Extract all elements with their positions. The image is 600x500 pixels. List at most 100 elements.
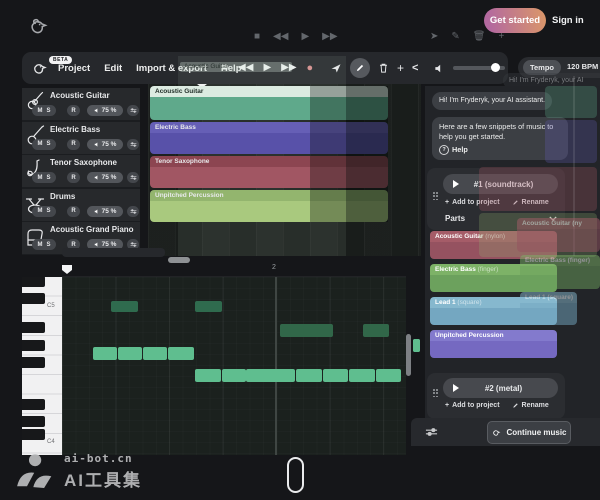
snippet-2-play-pill[interactable]: #2 (metal) xyxy=(443,378,558,398)
trash-icon: 🗑 xyxy=(473,31,486,43)
black-key[interactable] xyxy=(22,416,45,427)
delete-tool-icon[interactable] xyxy=(378,62,389,74)
parts-section-header[interactable]: Parts xyxy=(445,214,557,223)
midi-note[interactable] xyxy=(195,301,222,312)
part-unpitched-percussion[interactable]: Unpitched Percussion xyxy=(430,330,557,358)
part-electric-bass[interactable]: Electric Bass (finger) xyxy=(430,264,557,292)
track-row-electric-bass[interactable]: Electric Bass MS R 75 % xyxy=(22,122,140,154)
volume-icon[interactable] xyxy=(434,63,445,74)
midi-note[interactable] xyxy=(413,339,420,352)
midi-note[interactable] xyxy=(323,369,348,382)
speaker-icon xyxy=(94,141,100,148)
vertical-scrollbar-thumb[interactable] xyxy=(406,334,411,376)
midi-note[interactable] xyxy=(93,347,117,360)
midi-note[interactable] xyxy=(296,369,322,382)
black-key[interactable] xyxy=(22,340,45,351)
add-tool-icon[interactable]: + xyxy=(397,61,404,75)
site-logo-bird-icon[interactable] xyxy=(26,13,52,39)
drag-handle-icon[interactable] xyxy=(433,389,440,397)
snippet-1-play-pill[interactable]: #1 (soundtrack) xyxy=(443,174,558,194)
flip-tool-icon[interactable]: < xyxy=(412,62,418,74)
midi-note[interactable] xyxy=(222,369,246,382)
track-settings-button[interactable] xyxy=(127,139,139,150)
help-link[interactable]: Help xyxy=(452,145,468,155)
track-volume[interactable]: 75 % xyxy=(87,206,123,217)
volume-slider-thumb[interactable] xyxy=(491,63,500,72)
horizontal-scrollbar[interactable] xyxy=(62,248,165,257)
mute-button[interactable]: M xyxy=(37,175,42,181)
rename-button[interactable]: Rename xyxy=(512,199,549,206)
mute-button[interactable]: M xyxy=(37,242,42,248)
add-to-project-button[interactable]: +Add to project xyxy=(445,402,500,409)
app-logo-bird-icon[interactable] xyxy=(30,58,50,78)
piano-roll-ruler[interactable]: 2 xyxy=(62,263,406,277)
midi-note[interactable] xyxy=(376,369,401,382)
rename-button[interactable]: Rename xyxy=(512,402,549,409)
midi-note[interactable] xyxy=(143,347,167,360)
midi-note[interactable] xyxy=(246,369,295,382)
pencil-icon xyxy=(355,63,365,73)
midi-note[interactable] xyxy=(118,347,142,360)
midi-note[interactable] xyxy=(168,347,194,360)
arm-button[interactable]: R xyxy=(67,105,80,116)
record-button[interactable]: ● xyxy=(307,63,314,73)
track-name: Acoustic Guitar xyxy=(50,91,110,100)
solo-button[interactable]: S xyxy=(46,108,50,114)
part-acoustic-guitar[interactable]: Acoustic Guitar (nylon) xyxy=(430,231,557,259)
black-key[interactable] xyxy=(22,357,45,368)
solo-button[interactable]: S xyxy=(46,175,50,181)
black-key[interactable] xyxy=(22,322,45,333)
mixer-settings-icon[interactable] xyxy=(425,426,438,438)
watermark-site: ai-bot.cn xyxy=(64,452,142,465)
track-row-acoustic-guitar[interactable]: Acoustic Guitar MS R 75 % xyxy=(22,88,140,120)
solo-button[interactable]: S xyxy=(46,242,50,248)
track-volume[interactable]: 75 % xyxy=(87,172,123,183)
sliders-icon xyxy=(130,141,137,148)
info-icon: ? xyxy=(439,145,449,155)
black-key[interactable] xyxy=(22,399,45,410)
sign-in-button[interactable]: Sign in xyxy=(552,15,584,26)
black-key[interactable] xyxy=(22,277,45,287)
get-started-button[interactable]: Get started xyxy=(484,8,546,33)
midi-note[interactable] xyxy=(363,324,389,337)
arm-button[interactable]: R xyxy=(67,139,80,150)
mute-button[interactable]: M xyxy=(37,108,42,114)
volume-slider[interactable] xyxy=(453,66,505,70)
key-label-c4: C4 xyxy=(47,439,55,445)
key-label-c5: C5 xyxy=(47,303,55,309)
track-settings-button[interactable] xyxy=(127,105,139,116)
midi-note[interactable] xyxy=(280,324,333,337)
mute-button[interactable]: M xyxy=(37,141,42,147)
menu-edit[interactable]: Edit xyxy=(104,63,122,74)
menu-project[interactable]: Project xyxy=(58,63,90,74)
capsule-outline xyxy=(287,457,304,493)
solo-button[interactable]: S xyxy=(46,208,50,214)
piano-roll-playhead[interactable] xyxy=(62,265,72,274)
arm-button[interactable]: R xyxy=(67,172,80,183)
track-volume[interactable]: 75 % xyxy=(87,105,123,116)
pencil-tool-button[interactable] xyxy=(350,58,370,78)
tempo-value[interactable]: 120 BPM xyxy=(567,62,598,71)
track-settings-button[interactable] xyxy=(127,206,139,217)
track-name: Acoustic Grand Piano xyxy=(50,225,134,234)
add-to-project-button[interactable]: +Add to project xyxy=(445,199,500,206)
piano-keyboard[interactable]: C5 C4 xyxy=(22,277,62,455)
track-row-tenor-saxophone[interactable]: Tenor Saxophone MS R 75 % xyxy=(22,155,140,187)
pointer-tool-icon[interactable] xyxy=(330,62,342,74)
track-settings-button[interactable] xyxy=(127,172,139,183)
track-row-drums[interactable]: Drums MS R 75 % xyxy=(22,189,140,221)
arm-button[interactable]: R xyxy=(67,206,80,217)
midi-note[interactable] xyxy=(195,369,221,382)
bar-number: 2 xyxy=(272,264,276,271)
solo-button[interactable]: S xyxy=(46,141,50,147)
midi-note[interactable] xyxy=(111,301,138,312)
track-volume[interactable]: 75 % xyxy=(87,139,123,150)
continue-music-button[interactable]: Continue music xyxy=(487,421,571,444)
black-key[interactable] xyxy=(22,293,45,304)
part-lead-1[interactable]: Lead 1 (square) xyxy=(430,297,557,325)
sliders-icon xyxy=(130,174,137,181)
drag-handle-icon[interactable] xyxy=(433,192,440,200)
midi-note[interactable] xyxy=(349,369,375,382)
mute-button[interactable]: M xyxy=(37,208,42,214)
black-key[interactable] xyxy=(22,429,45,440)
